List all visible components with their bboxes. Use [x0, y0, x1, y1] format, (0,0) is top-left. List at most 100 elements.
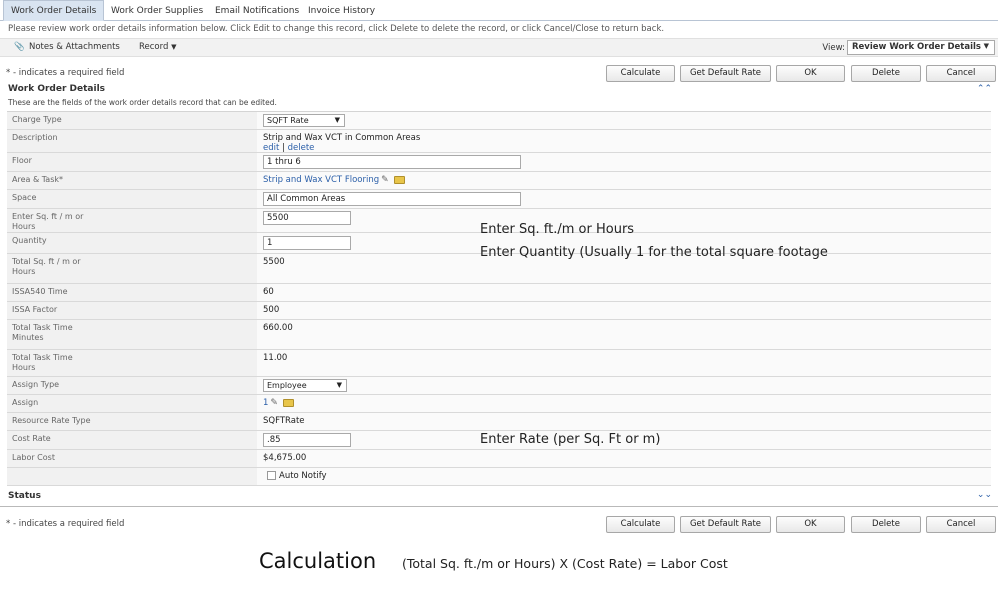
enter-sqft-label-line1: Enter Sq. ft / m or — [12, 212, 84, 221]
annotation-sqft: Enter Sq. ft./m or Hours — [480, 222, 635, 237]
row-assign: Assign 1 ✎ — [7, 395, 991, 413]
assign-type-cell — [257, 377, 991, 394]
instructions-text: Please review work order details informa… — [8, 24, 665, 34]
area-task-cell: Strip and Wax VCT Flooring ✎ — [257, 172, 991, 189]
calculation-formula: (Total Sq. ft./m or Hours) X (Cost Rate)… — [402, 556, 728, 571]
required-field-note: * - indicates a required field — [6, 68, 125, 78]
enter-sqft-label-line2: Hours — [12, 222, 36, 231]
chevron-down-icon: ▼ — [334, 116, 340, 124]
get-default-rate-button-bottom[interactable]: Get Default Rate — [680, 516, 771, 533]
total-sqft-label: Total Sq. ft / m or Hours — [7, 254, 257, 283]
charge-type-value: SQFT Rate — [267, 116, 309, 125]
assign-cell: 1 ✎ — [257, 395, 991, 412]
ok-button-bottom[interactable]: OK — [776, 516, 845, 533]
charge-type-select[interactable]: SQFT Rate ▼ — [263, 114, 345, 127]
record-menu[interactable]: Record ▼ — [139, 42, 176, 52]
chevron-down-icon: ▼ — [983, 42, 989, 50]
area-task-label: Area & Task* — [7, 172, 257, 189]
details-form: Charge Type SQFT Rate ▼ Description Strip… — [7, 111, 991, 486]
row-assign-type: Assign Type Employee ▼ — [7, 377, 991, 395]
row-area-task: Area & Task* Strip and Wax VCT Flooring ✎ — [7, 172, 991, 190]
tab-bar: Work Order Details Work Order Supplies E… — [0, 0, 998, 21]
section-title: Work Order Details — [8, 84, 106, 94]
folder-icon[interactable] — [282, 398, 294, 407]
row-labor-cost: Labor Cost $4,675.00 — [7, 450, 991, 468]
row-issa-time: ISSA540 Time 60 — [7, 284, 991, 302]
section-subtitle: These are the fields of the work order d… — [8, 98, 277, 107]
total-hours-value: 11.00 — [257, 350, 991, 376]
folder-icon[interactable] — [393, 175, 405, 184]
row-resource-rate-type: Resource Rate Type SQFTRate — [7, 413, 991, 431]
issa-time-value: 60 — [257, 284, 991, 301]
cancel-button-bottom[interactable]: Cancel — [926, 516, 996, 533]
quantity-label: Quantity — [7, 233, 257, 253]
tab-work-order-details[interactable]: Work Order Details — [3, 0, 105, 21]
auto-notify-checkbox[interactable] — [267, 471, 276, 480]
space-label: Space — [7, 190, 257, 208]
view-select[interactable]: Review Work Order Details ▼ — [847, 40, 995, 55]
annotation-quantity: Enter Quantity (Usually 1 for the total … — [480, 245, 828, 260]
total-sqft-label-line1: Total Sq. ft / m or — [12, 257, 81, 266]
total-sqft-label-line2: Hours — [12, 267, 36, 276]
total-minutes-label-line1: Total Task Time — [12, 323, 73, 332]
cancel-button[interactable]: Cancel — [926, 65, 996, 82]
area-task-link[interactable]: Strip and Wax VCT Flooring — [263, 175, 379, 185]
delete-link[interactable]: delete — [288, 143, 315, 153]
description-value: Strip and Wax VCT in Common Areas — [263, 133, 421, 143]
ok-button[interactable]: OK — [776, 65, 845, 82]
row-charge-type: Charge Type SQFT Rate ▼ — [7, 112, 991, 130]
assign-link[interactable]: 1 — [263, 398, 268, 408]
total-hours-label-line1: Total Task Time — [12, 353, 73, 362]
view-select-value: Review Work Order Details — [852, 42, 981, 52]
paperclip-icon[interactable]: 📎 — [14, 42, 25, 52]
resource-rate-type-value: SQFTRate — [257, 413, 991, 430]
issa-time-label: ISSA540 Time — [7, 284, 257, 301]
floor-input[interactable]: 1 thru 6 — [263, 155, 521, 169]
delete-button[interactable]: Delete — [851, 65, 921, 82]
cost-rate-input[interactable]: .85 — [263, 433, 351, 447]
total-hours-label: Total Task Time Hours — [7, 350, 257, 376]
quantity-input[interactable]: 1 — [263, 236, 351, 250]
issa-factor-label: ISSA Factor — [7, 302, 257, 319]
get-default-rate-button[interactable]: Get Default Rate — [680, 65, 771, 82]
collapse-up-icon[interactable]: ⌃⌃ — [977, 84, 992, 94]
calculate-button-bottom[interactable]: Calculate — [606, 516, 675, 533]
edit-link[interactable]: edit — [263, 143, 279, 153]
charge-type-label: Charge Type — [7, 112, 257, 129]
chevron-down-icon: ▼ — [171, 43, 177, 51]
auto-notify-label-cell — [7, 468, 257, 485]
assign-type-select[interactable]: Employee ▼ — [263, 379, 347, 392]
pencil-icon[interactable]: ✎ — [270, 398, 278, 408]
assign-type-label: Assign Type — [7, 377, 257, 394]
pencil-icon[interactable]: ✎ — [381, 175, 389, 185]
total-minutes-label-line2: Minutes — [12, 333, 44, 342]
record-menu-label: Record — [139, 42, 169, 52]
assign-label: Assign — [7, 395, 257, 412]
expand-down-icon[interactable]: ⌄⌄ — [977, 490, 992, 500]
resource-rate-type-label: Resource Rate Type — [7, 413, 257, 430]
row-auto-notify: Auto Notify — [7, 468, 991, 486]
auto-notify-cell: Auto Notify — [257, 468, 991, 485]
chevron-down-icon: ▼ — [336, 381, 342, 389]
link-separator: | — [282, 143, 285, 153]
status-title: Status — [8, 491, 41, 501]
annotation-rate: Enter Rate (per Sq. Ft or m) — [480, 432, 661, 447]
row-total-hours: Total Task Time Hours 11.00 — [7, 350, 991, 377]
enter-sqft-input[interactable]: 5500 — [263, 211, 351, 225]
enter-sqft-label: Enter Sq. ft / m or Hours — [7, 209, 257, 232]
calculate-button[interactable]: Calculate — [606, 65, 675, 82]
delete-button-bottom[interactable]: Delete — [851, 516, 921, 533]
cost-rate-label: Cost Rate — [7, 431, 257, 449]
row-total-minutes: Total Task Time Minutes 660.00 — [7, 320, 991, 350]
row-space: Space All Common Areas — [7, 190, 991, 209]
notes-attachments-link[interactable]: Notes & Attachments — [29, 42, 120, 52]
toolbar: 📎 Notes & Attachments Record ▼ View: Rev… — [0, 38, 998, 57]
description-cell: Strip and Wax VCT in Common Areas edit |… — [257, 130, 991, 153]
tab-work-order-supplies[interactable]: Work Order Supplies — [103, 0, 211, 21]
tab-email-notifications[interactable]: Email Notifications — [207, 0, 307, 21]
tab-invoice-history[interactable]: Invoice History — [300, 0, 383, 21]
status-section-header[interactable]: Status ⌄⌄ — [0, 487, 998, 507]
calculation-title: Calculation — [259, 549, 377, 573]
space-input[interactable]: All Common Areas — [263, 192, 521, 206]
row-description: Description Strip and Wax VCT in Common … — [7, 130, 991, 153]
